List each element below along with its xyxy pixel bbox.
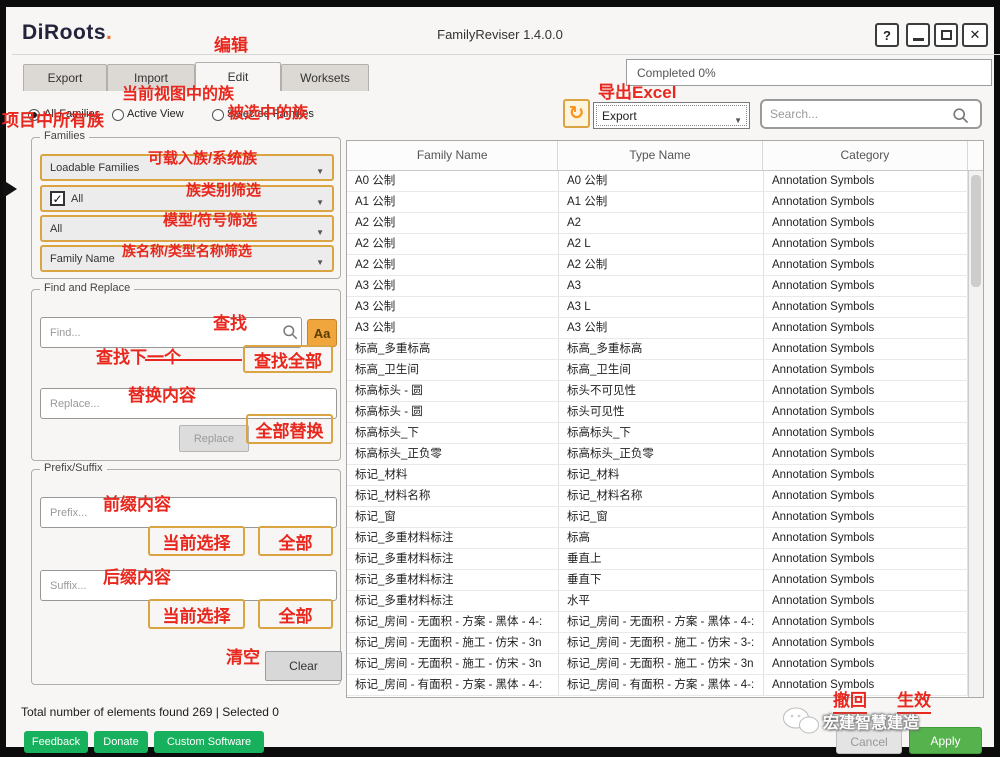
annotation-suffix-all: 全部 — [258, 599, 333, 629]
annotation-overlay: 编辑 当前视图中的族 项目中所有族 被选中的族 导出Excel 可载入族/系统族… — [0, 0, 1000, 757]
annotation-find: 查找 — [213, 314, 247, 334]
annotation-selected-families: 被选中的族 — [228, 104, 308, 123]
annotation-type-filter: 模型/符号筛选 — [163, 212, 257, 230]
wechat-icon — [781, 705, 821, 737]
annotation-all-families: 项目中所有族 — [2, 111, 104, 131]
annotation-name-filter: 族名称/类型名称筛选 — [122, 243, 252, 260]
annotation-strike-line — [145, 359, 242, 361]
annotation-edit-tab: 编辑 — [214, 36, 248, 56]
annotation-loadable: 可载入族/系统族 — [148, 150, 257, 168]
pointer-triangle-marker — [3, 180, 17, 198]
annotation-prefix-current: 当前选择 — [148, 526, 245, 556]
annotation-find-all: 查找全部 — [243, 345, 333, 373]
watermark-brand: 宏建智慧建造 — [823, 709, 919, 733]
annotation-prefix-all: 全部 — [258, 526, 333, 556]
screenshot-frame: DiRoots. FamilyReviser 1.4.0.0 ? ✕ Expor… — [0, 0, 1000, 757]
annotation-replace-content: 替换内容 — [128, 386, 196, 406]
annotation-suffix-current: 当前选择 — [148, 599, 245, 629]
annotation-export-excel: 导出Excel — [598, 83, 676, 103]
wechat-watermark: 宏建智慧建造 — [781, 705, 919, 737]
annotation-active-view: 当前视图中的族 — [122, 85, 234, 104]
annotation-clear: 清空 — [226, 648, 260, 668]
annotation-category-filter: 族类别筛选 — [186, 182, 261, 200]
annotation-prefix-content: 前缀内容 — [103, 495, 171, 515]
annotation-replace-all: 全部替换 — [246, 414, 333, 444]
annotation-suffix-content: 后缀内容 — [103, 568, 171, 588]
